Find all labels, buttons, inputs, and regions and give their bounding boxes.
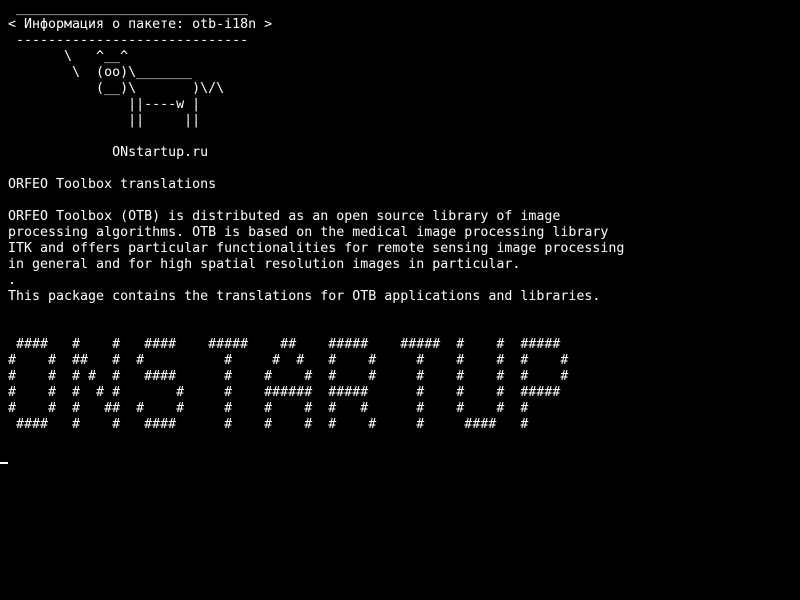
- text-cursor: [0, 462, 8, 464]
- figlet-banner-row-2: # # ## # # # # # # # # # # # #: [8, 353, 569, 368]
- description-line-5: This package contains the translations f…: [8, 289, 601, 304]
- figlet-banner-row-1: #### # # #### ##### ## ##### ##### # # #…: [8, 337, 561, 352]
- site-signature: ONstartup.ru: [8, 145, 209, 160]
- description-separator: .: [8, 273, 17, 288]
- banner-title: < Информация о пакете: otb-i18n >: [8, 17, 273, 32]
- cow-art-line-4: ||----w |: [8, 97, 201, 112]
- figlet-banner-row-5: # # # ## # # # # # # # # # # #: [8, 401, 529, 416]
- cow-art-line-2: \ (oo)\_______: [8, 65, 193, 80]
- figlet-banner-row-6: #### # # #### # # # # # # #### #: [8, 417, 529, 432]
- cow-art-line-5: || ||: [8, 113, 201, 128]
- description-line-2: processing algorithms. OTB is based on t…: [8, 225, 609, 240]
- terminal-screen[interactable]: _____________________________ < Информац…: [0, 0, 800, 600]
- description-line-4: in general and for high spatial resoluti…: [8, 257, 521, 272]
- package-summary: ORFEO Toolbox translations: [8, 177, 217, 192]
- figlet-banner-row-3: # # # # # #### # # # # # # # # # #: [8, 369, 569, 384]
- description-line-3: ITK and offers particular functionalitie…: [8, 241, 625, 256]
- description-line-1: ORFEO Toolbox (OTB) is distributed as an…: [8, 209, 561, 224]
- cow-art-line-1: \ ^__^: [8, 49, 129, 64]
- figlet-banner-row-4: # # # # # # # ###### ##### # # # #####: [8, 385, 561, 400]
- banner-bottom-border: -----------------------------: [8, 33, 249, 48]
- banner-top-border: _____________________________: [8, 1, 249, 16]
- terminal-output: _____________________________ < Информац…: [8, 0, 800, 433]
- cow-art-line-3: (__)\ )\/\: [8, 81, 225, 96]
